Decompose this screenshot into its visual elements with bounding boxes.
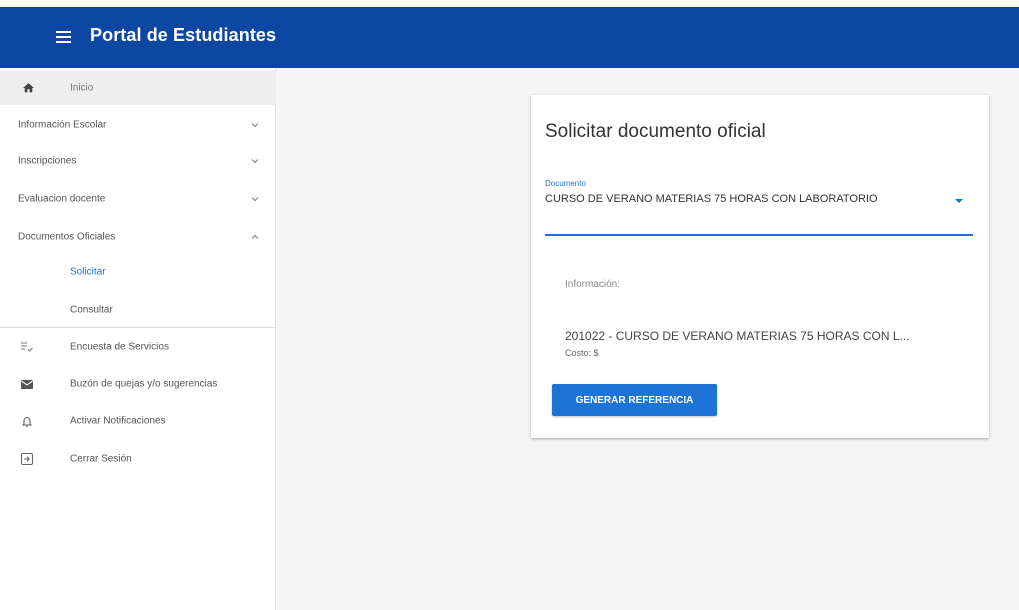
top-strip (0, 0, 1019, 7)
mail-icon (21, 380, 33, 389)
generate-reference-button[interactable]: GENERAR REFERENCIA (552, 384, 717, 416)
survey-icon (21, 342, 33, 352)
hamburger-menu-icon[interactable] (56, 31, 71, 43)
sidebar: Inicio Información Escolar Inscripciones… (0, 68, 276, 610)
chevron-down-icon (251, 123, 259, 128)
chevron-down-icon (251, 197, 259, 202)
document-select-underline (545, 234, 973, 236)
sidebar-item-cerrar-sesion[interactable]: Cerrar Sesión (0, 441, 276, 477)
sidebar-subitem-label: Solicitar (70, 266, 106, 278)
sidebar-item-informacion-escolar[interactable]: Información Escolar (0, 107, 276, 143)
info-cost: Costo: $ (565, 348, 599, 358)
dropdown-arrow-icon[interactable] (955, 199, 963, 203)
chevron-up-icon (251, 234, 259, 239)
sidebar-item-label: Documentos Oficiales (18, 231, 116, 243)
sidebar-subitem-solicitar[interactable]: Solicitar (0, 254, 276, 290)
request-document-card: Solicitar documento oficial Documento CU… (531, 95, 989, 438)
sidebar-item-label: Evaluacion docente (18, 193, 106, 205)
app-header: Portal de Estudiantes (0, 7, 1019, 68)
home-icon (23, 83, 34, 93)
sidebar-item-label: Encuesta de Servicios (70, 341, 169, 353)
sidebar-item-label: Información Escolar (18, 119, 107, 131)
sidebar-item-label: Activar Notificaciones (70, 415, 166, 427)
sidebar-item-inscripciones[interactable]: Inscripciones (0, 143, 276, 179)
sidebar-item-label: Buzón de quejas y/o sugerencias (70, 378, 218, 390)
sidebar-item-evaluacion-docente[interactable]: Evaluacion docente (0, 181, 276, 217)
sidebar-item-encuesta-servicios[interactable]: Encuesta de Servicios (0, 329, 276, 365)
sidebar-item-label: Inscripciones (18, 155, 77, 167)
sidebar-item-inicio[interactable]: Inicio (0, 71, 276, 105)
app-title: Portal de Estudiantes (90, 25, 277, 45)
sidebar-divider (0, 327, 276, 328)
info-label: Información: (565, 279, 621, 290)
logout-icon (20, 452, 34, 466)
sidebar-subitem-consultar[interactable]: Consultar (0, 292, 276, 328)
sidebar-item-activar-notificaciones[interactable]: Activar Notificaciones (0, 403, 276, 439)
document-select[interactable]: CURSO DE VERANO MATERIAS 75 HORAS CON LA… (545, 192, 945, 206)
sidebar-item-label: Inicio (70, 82, 94, 94)
sidebar-item-buzon[interactable]: Buzón de quejas y/o sugerencias (0, 366, 276, 402)
chevron-down-icon (251, 159, 259, 164)
sidebar-subitem-label: Consultar (70, 304, 113, 316)
sidebar-item-label: Cerrar Sesión (70, 453, 132, 465)
card-title: Solicitar documento oficial (545, 121, 766, 142)
sidebar-item-documentos-oficiales[interactable]: Documentos Oficiales (0, 219, 276, 255)
document-field-label: Documento (545, 179, 586, 188)
info-document: 201022 - CURSO DE VERANO MATERIAS 75 HOR… (565, 329, 910, 343)
bell-icon (21, 417, 33, 427)
